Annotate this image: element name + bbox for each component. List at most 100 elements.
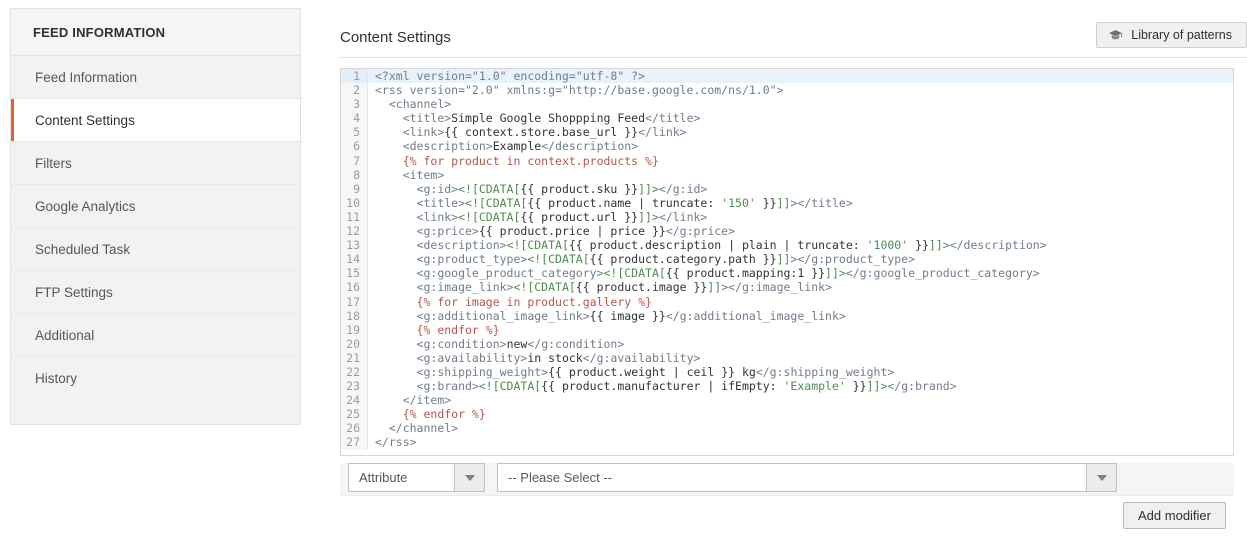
token-cdata: ]]> [638, 209, 659, 224]
sidebar-item-history[interactable]: History [11, 357, 300, 400]
token-cdata: <![CDATA[ [513, 280, 576, 295]
code-line[interactable]: 4 <title>Simple Google Shoppping Feed</t… [341, 111, 1233, 126]
code-line[interactable]: 3 <channel> [341, 97, 1233, 112]
token-var: {{ product.description | plain | truncat… [568, 238, 867, 253]
token-tag: </rss> [375, 435, 417, 450]
add-modifier-button[interactable]: Add modifier [1123, 502, 1226, 529]
code-line[interactable]: 14 <g:product_type><![CDATA[{{ product.c… [341, 252, 1233, 267]
code-line[interactable]: 22 <g:shipping_weight>{{ product.weight … [341, 364, 1233, 380]
code-line[interactable]: 24 </item> [341, 393, 1233, 408]
code-line-text: <g:image_link><![CDATA[{{ product.image … [368, 280, 832, 294]
token-txt: Example [492, 139, 542, 154]
token-tag: </g:price> [665, 224, 736, 239]
sidebar-bottom-spacer [11, 400, 300, 424]
code-line-text: <link><![CDATA[{{ product.url }}]]></lin… [368, 209, 708, 224]
xml-template-code-editor[interactable]: 1 <?xml version="1.0" encoding="utf-8" ?>… [340, 68, 1234, 456]
sidebar-item-content-settings[interactable]: Content Settings [11, 99, 300, 142]
token-tag: </g:additional_image_link> [665, 308, 846, 323]
token-tag: <g:brand> [416, 379, 479, 394]
sidebar-item-label: Scheduled Task [35, 242, 131, 257]
sidebar-item-label: History [35, 371, 78, 386]
token-cdata: <![CDATA[ [458, 181, 521, 196]
token-tag: </g:shipping_weight> [755, 364, 895, 379]
token-tag: <g:condition> [416, 336, 507, 351]
line-number: 5 [341, 125, 368, 140]
token-str: 'Example' [783, 379, 846, 394]
sidebar-item-scheduled-task[interactable]: Scheduled Task [11, 228, 300, 271]
code-line[interactable]: 21 <g:availability>in stock</g:availabil… [341, 350, 1233, 365]
code-line[interactable]: 8 <item> [341, 167, 1233, 182]
attribute-select[interactable]: Attribute [348, 463, 485, 492]
chevron-down-icon[interactable] [1086, 464, 1116, 491]
modifier-form-row: Attribute -- Please Select -- [340, 463, 1234, 495]
code-line[interactable]: 18 <g:additional_image_link>{{ image }}<… [341, 308, 1233, 323]
token-var: {{ product.image }} [575, 280, 708, 295]
code-line-text: {% endfor %} [368, 407, 486, 421]
code-line[interactable]: 15 <g:google_product_category><![CDATA[{… [341, 266, 1233, 281]
token-tag: <g:product_type> [416, 252, 528, 267]
token-tag: </item> [402, 393, 452, 408]
token-tag: </g:brand> [887, 379, 957, 394]
code-line[interactable]: 1 <?xml version="1.0" encoding="utf-8" ?> [341, 69, 1233, 84]
code-line[interactable]: 16 <g:image_link><![CDATA[{{ product.ima… [341, 280, 1233, 295]
token-cdata: ]]> [825, 266, 846, 281]
code-line[interactable]: 27 </rss> [341, 435, 1233, 450]
code-line-text: </channel> [368, 421, 458, 435]
code-line[interactable]: 5 <link>{{ context.store.base_url }}</li… [341, 125, 1233, 140]
code-line-text: </item> [368, 393, 451, 407]
sidebar-item-additional[interactable]: Additional [11, 314, 300, 357]
line-number: 16 [341, 280, 368, 295]
line-number: 8 [341, 167, 368, 182]
sidebar-nav: Feed Information Content Settings Filters G… [11, 56, 300, 400]
code-line[interactable]: 17 {% for image in product.gallery %} [341, 294, 1233, 309]
line-number: 14 [341, 252, 368, 267]
content-header: Content Settings Library of patterns [339, 0, 1247, 60]
token-cdata: ]]> [776, 252, 798, 267]
code-line[interactable]: 9 <g:id><![CDATA[{{ product.sku }}]]></g… [341, 181, 1233, 196]
token-tag: </channel> [388, 421, 459, 436]
line-number: 27 [341, 435, 368, 450]
token-tag: </g:google_product_category> [845, 266, 1040, 281]
token-tag: <item> [402, 167, 445, 182]
sidebar-item-label: FTP Settings [35, 285, 113, 300]
code-line[interactable]: 25 {% endfor %} [341, 407, 1233, 422]
chevron-down-icon[interactable] [454, 464, 484, 491]
code-line[interactable]: 6 <description>Example</description> [341, 139, 1233, 154]
sidebar-item-feed-information[interactable]: Feed Information [11, 56, 300, 99]
token-var: }} [908, 238, 929, 253]
code-line[interactable]: 20 <g:condition>new</g:condition> [341, 336, 1233, 351]
code-line[interactable]: 12 <g:price>{{ product.price | price }}<… [341, 224, 1233, 239]
line-number: 9 [341, 181, 368, 196]
sidebar-item-ftp-settings[interactable]: FTP Settings [11, 271, 300, 314]
token-tag: </description> [541, 139, 639, 154]
code-line[interactable]: 2 <rss version="2.0" xmlns:g="http://base… [341, 83, 1233, 98]
line-number: 3 [341, 97, 368, 112]
code-line[interactable]: 7 {% for product in context.products %} [341, 153, 1233, 168]
main-content: Content Settings Library of patterns 1 <?… [339, 0, 1247, 540]
token-var: }} [755, 195, 777, 210]
code-line-text: <title><![CDATA[{{ product.name | trunca… [368, 196, 853, 210]
code-line[interactable]: 11 <link><![CDATA[{{ product.url }}]]></… [341, 209, 1233, 225]
token-tag: <title> [402, 111, 452, 126]
token-cdata: ]]> [638, 181, 659, 196]
line-number: 4 [341, 111, 368, 126]
code-line-text: <g:google_product_category><![CDATA[{{ p… [368, 266, 1040, 280]
token-tag: </description> [949, 238, 1047, 253]
code-line-text: <link>{{ context.store.base_url }}</link… [368, 125, 687, 139]
code-line[interactable]: 23 <g:brand><![CDATA[{{ product.manufact… [341, 379, 1233, 394]
action-button-row: Add modifier [340, 495, 1234, 540]
line-number: 1 [341, 69, 368, 84]
code-line[interactable]: 26 </channel> [341, 421, 1233, 436]
page-title: Content Settings [340, 29, 451, 46]
token-var: }} [845, 379, 867, 394]
token-str: '150' [721, 195, 756, 210]
library-of-patterns-button[interactable]: Library of patterns [1096, 22, 1247, 48]
sidebar-item-google-analytics[interactable]: Google Analytics [11, 185, 300, 228]
sidebar-item-filters[interactable]: Filters [11, 142, 300, 185]
code-line[interactable]: 19 {% endfor %} [341, 322, 1233, 337]
code-line[interactable]: 13 <description><![CDATA[{{ product.desc… [341, 238, 1233, 253]
value-select[interactable]: -- Please Select -- [497, 463, 1117, 492]
token-tag: </g:image_link> [728, 280, 832, 295]
code-line-text: <g:availability>in stock</g:availability… [368, 351, 701, 365]
code-line[interactable]: 10 <title><![CDATA[{{ product.name | tru… [341, 195, 1233, 210]
